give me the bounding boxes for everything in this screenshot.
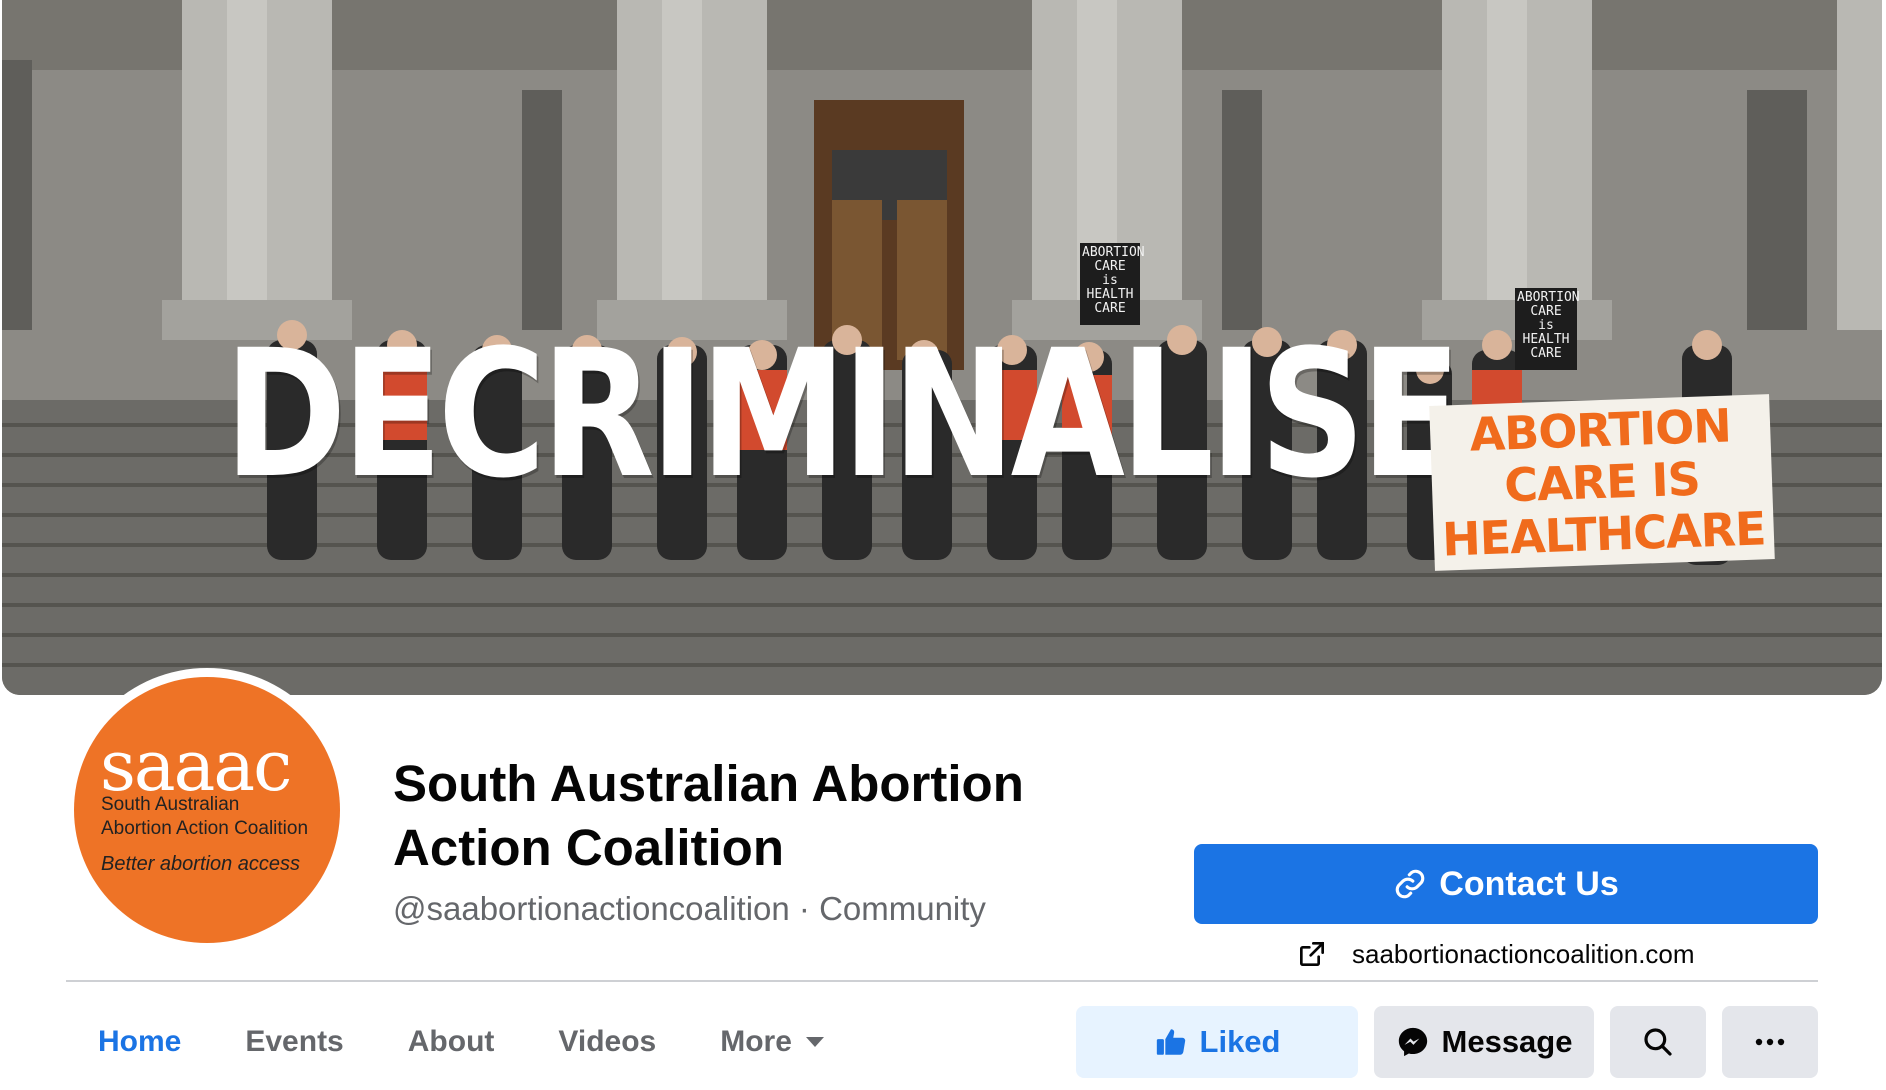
message-label: Message [1441, 1024, 1573, 1059]
website-url: saabortionactioncoalition.com [1352, 938, 1695, 969]
sign-line: CARE [1530, 346, 1562, 361]
page-tabs: Home Events About Videos More [66, 1004, 856, 1080]
caret-down-icon [805, 1037, 824, 1047]
page-handle-category: @saabortionactioncoalition · Community [393, 890, 986, 927]
tab-more-label: More [720, 1025, 792, 1058]
contact-us-label: Contact Us [1439, 864, 1619, 903]
external-link-icon [1300, 942, 1324, 966]
protest-sign: ABORTION CARE is HEALTH CARE [1515, 288, 1580, 370]
sign-line: CARE [1530, 304, 1562, 319]
healthcare-banner: ABORTION CARE IS HEALTHCARE [1429, 394, 1775, 571]
avatar-brand: saaac [100, 725, 292, 807]
avatar-line: South Australian [101, 794, 240, 815]
ellipsis-icon [1755, 1038, 1785, 1046]
search-icon [1644, 1028, 1672, 1056]
protest-sign: ABORTION CARE is HEALTH CARE [1080, 243, 1145, 325]
messenger-icon [1398, 1027, 1427, 1057]
sign-line: is [1538, 318, 1554, 333]
sign-line: CARE [1094, 259, 1126, 274]
banner-line: HEALTHCARE [1441, 501, 1767, 567]
banner-line: ABORTION [1468, 398, 1732, 462]
cover-photo[interactable]: DECRIMINALISE ABORTION CARE IS HEALTHCAR… [2, 0, 1882, 695]
divider [66, 980, 1818, 982]
message-button[interactable]: Message [1374, 1006, 1594, 1078]
tab-videos[interactable]: Videos [526, 1004, 688, 1080]
liked-label: Liked [1199, 1024, 1281, 1059]
link-icon [1395, 869, 1425, 899]
sign-line: ABORTION [1082, 245, 1145, 260]
search-button[interactable] [1610, 1006, 1706, 1078]
more-options-button[interactable] [1722, 1006, 1818, 1078]
avatar-line: Abortion Action Coalition [101, 818, 309, 839]
tab-about[interactable]: About [376, 1004, 527, 1080]
avatar[interactable]: saaac South Australian Abortion Action C… [74, 677, 340, 943]
sign-line: ABORTION [1517, 290, 1580, 305]
sign-line: HEALTH [1086, 287, 1134, 302]
sign-line: HEALTH [1522, 332, 1570, 347]
avatar-tagline: Better abortion access [101, 853, 300, 875]
page-title: South Australian Abortion Action Coaliti… [393, 755, 1024, 876]
tab-more[interactable]: More [688, 1004, 856, 1080]
decriminalise-letters: DECRIMINALISE [224, 312, 1462, 517]
liked-button[interactable]: Liked [1076, 1006, 1358, 1078]
contact-us-button[interactable]: Contact Us [1194, 844, 1818, 924]
sign-line: is [1102, 273, 1118, 288]
sign-line: CARE [1094, 301, 1126, 316]
website-link[interactable]: saabortionactioncoalition.com [1296, 934, 1695, 974]
tab-home[interactable]: Home [66, 1004, 213, 1080]
tab-events[interactable]: Events [213, 1004, 375, 1080]
thumbs-up-icon [1156, 1029, 1185, 1055]
